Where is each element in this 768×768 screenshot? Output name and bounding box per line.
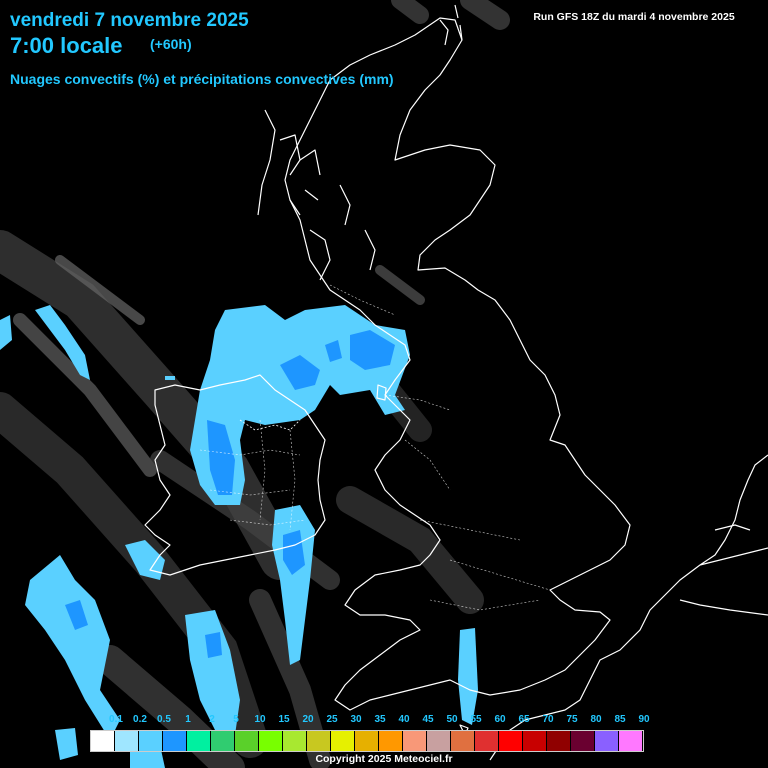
forecast-offset: (+60h): [150, 36, 192, 52]
legend-swatch: [283, 731, 307, 751]
legend-label: 65: [518, 714, 530, 725]
legend-label: 1: [185, 714, 191, 725]
legend-label: 0.1: [109, 714, 123, 725]
legend-swatch: [235, 731, 259, 751]
legend-label: 0.5: [157, 714, 171, 725]
legend-swatch: [523, 731, 547, 751]
legend-label: 90: [638, 714, 650, 725]
legend-swatch: [595, 731, 619, 751]
parameter-title: Nuages convectifs (%) et précipitations …: [10, 71, 394, 87]
legend-swatch: [475, 731, 499, 751]
legend-swatch: [139, 731, 163, 751]
run-info: Run GFS 18Z du mardi 4 novembre 2025: [510, 6, 758, 28]
legend-swatch: [499, 731, 523, 751]
legend-label: 2: [209, 714, 215, 725]
legend-label: 30: [350, 714, 362, 725]
legend-label: 20: [302, 714, 314, 725]
convective-precip-map: [0, 0, 768, 768]
legend-swatch: [259, 731, 283, 751]
legend-swatch: [379, 731, 403, 751]
legend-color-bar: [90, 730, 644, 752]
legend-labels: 0.1 0.2 0.5 1 2 5 10 15 20 25 30 35 40 45 50 55 60 65 70 75…: [90, 714, 666, 728]
copyright: Copyright 2025 Meteociel.fr: [315, 753, 453, 765]
legend-label: 15: [278, 714, 290, 725]
legend-swatch: [547, 731, 571, 751]
legend-label: 35: [374, 714, 386, 725]
date-line: vendredi 7 novembre 2025: [10, 10, 249, 31]
legend-swatch: [91, 731, 115, 751]
legend-swatch: [163, 731, 187, 751]
legend-swatch: [211, 731, 235, 751]
legend-swatch: [427, 731, 451, 751]
legend-label: 25: [326, 714, 338, 725]
legend-swatch: [571, 731, 595, 751]
legend-label: 75: [566, 714, 578, 725]
legend-label: 0.2: [133, 714, 147, 725]
legend-label: 55: [470, 714, 482, 725]
legend-label: 5: [233, 714, 239, 725]
legend-label: 60: [494, 714, 506, 725]
legend-swatch: [619, 731, 643, 751]
legend-swatch: [451, 731, 475, 751]
legend-label: 40: [398, 714, 410, 725]
legend-label: 45: [422, 714, 434, 725]
legend-swatch: [115, 731, 139, 751]
legend-label: 10: [254, 714, 266, 725]
legend-label: 70: [542, 714, 554, 725]
legend-label: 80: [590, 714, 602, 725]
time-line: 7:00 locale: [10, 33, 123, 58]
legend-label: 85: [614, 714, 626, 725]
legend-label: 50: [446, 714, 458, 725]
legend-swatch: [307, 731, 331, 751]
legend-swatch: [403, 731, 427, 751]
legend-swatch: [355, 731, 379, 751]
legend-swatch: [187, 731, 211, 751]
legend-swatch: [331, 731, 355, 751]
